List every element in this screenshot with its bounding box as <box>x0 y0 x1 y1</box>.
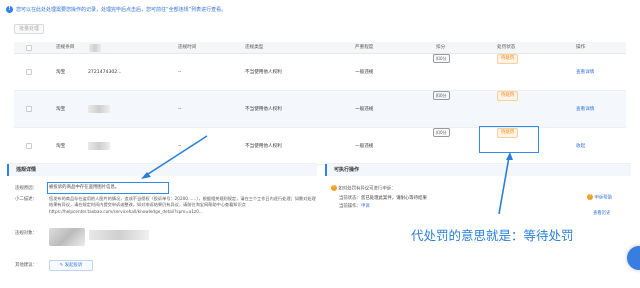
redacted-evidence-text <box>89 230 149 240</box>
status-value: 您已处理此案件，请耐心等待结果 <box>360 196 427 201</box>
status-highlight-box <box>479 126 539 153</box>
operation-link[interactable]: 申诉 <box>361 204 370 209</box>
severity: 一般违规 <box>355 107 374 112</box>
current-status: 当前状态：您已处理此案件，请耐心等待结果 <box>339 195 427 202</box>
redacted-block <box>89 44 101 52</box>
page: { "notice": { "text": "您可以在此处处理需要您操作的记录，… <box>0 0 640 288</box>
header-item: 违规条目 <box>56 45 75 50</box>
header-time: 违规时间 <box>178 45 197 50</box>
history-link[interactable]: 查看历史 <box>593 210 611 216</box>
violation-time: -- <box>178 144 182 149</box>
table-row: 淘宝 2721474302... -- 不当使用他人权利 一般违规 扣0分 待处… <box>14 54 626 91</box>
info-icon: ! <box>6 5 13 13</box>
platform: 淘宝 <box>56 70 66 75</box>
operation-label: 当前操作： <box>339 204 361 209</box>
status-badge: 待处罚 <box>497 91 519 101</box>
desc-value: 您发布的商品存在盗用他人图片的情况，造成不当侵权（投诉单号：20200……），根… <box>49 196 316 214</box>
violation-type: 不当使用他人权利 <box>245 144 282 149</box>
view-detail-link[interactable]: 查看详情 <box>576 54 594 91</box>
desc-label: 小二描述： <box>15 197 37 202</box>
violation-type: 不当使用他人权利 <box>245 70 282 75</box>
notice-text: 您可以在此处处理需要您操作的记录，处理完毕后点击后，您可前往“全部违规”列表进行… <box>16 6 227 13</box>
evidence-label: 违规对象： <box>15 231 37 236</box>
header-status: 处罚状态 <box>497 45 516 50</box>
collapse-link[interactable]: 收起 <box>576 128 585 165</box>
warning-icon: ! <box>331 185 337 191</box>
status-label: 当前状态： <box>339 196 361 201</box>
select-all-checkbox[interactable] <box>26 45 32 51</box>
execution-title: 可执行操作 <box>325 164 631 176</box>
notice-bar: ! 您可以在此处处理需要您操作的记录，处理完毕后点击后，您可前往“全部违规”列表… <box>6 4 226 14</box>
violation-time: -- <box>178 107 182 112</box>
other-label: 其他建议： <box>15 263 37 268</box>
item-id: 2721474302... <box>88 70 122 75</box>
row-checkbox[interactable] <box>26 106 32 112</box>
header-action: 操作 <box>576 45 586 50</box>
annotation-text: 代处罚的意思就是：等待处罚 <box>411 228 574 243</box>
severity: 一般违规 <box>355 70 374 75</box>
violation-time: -- <box>178 70 182 75</box>
violation-type: 不当使用他人权利 <box>245 107 282 112</box>
violation-detail-panel: 违规详情 违规原因： 被投诉的商品中存在盗用图片信息。 小二描述： 您发布的商品… <box>7 163 317 278</box>
view-detail-link[interactable]: 查看详情 <box>576 91 594 128</box>
help-icon: ? <box>587 194 593 200</box>
evidence-image[interactable] <box>49 228 85 246</box>
platform: 淘宝 <box>56 107 66 112</box>
redacted-id <box>88 142 110 150</box>
table-row: 淘宝 -- 不当使用他人权利 一般违规 扣0分 待处罚 查看详情 <box>14 91 626 128</box>
current-operation: 当前操作：申诉 <box>339 203 370 210</box>
help-link-label: 申诉帮助 <box>594 195 612 201</box>
header-score: 扣分 <box>436 45 446 50</box>
header-severity: 严重程度 <box>355 45 374 50</box>
intro-text: 如对处罚有异议可进行申诉： <box>338 186 396 192</box>
detail-title: 违规详情 <box>7 164 317 176</box>
table-header: 违规条目 违规时间 违规类型 严重程度 扣分 处罚状态 操作 <box>14 42 626 54</box>
appeal-label: 发起投诉 <box>64 263 83 268</box>
reason-value: 被投诉的商品中存在盗用图片信息。 <box>49 185 120 190</box>
row-checkbox[interactable] <box>26 69 32 75</box>
reason-label: 违规原因： <box>15 186 37 191</box>
appeal-help-link[interactable]: ? 申诉帮助 <box>587 194 612 201</box>
score-tag: 扣0分 <box>433 54 450 63</box>
header-type: 违规类型 <box>245 45 264 50</box>
execution-intro: ! 如对处罚有异议可进行申诉： <box>331 185 396 193</box>
batch-process-button[interactable]: 批量处理 <box>14 24 44 34</box>
redacted-id <box>88 105 110 113</box>
execution-panel: 可执行操作 ! 如对处罚有异议可进行申诉： 当前状态：您已处理此案件，请耐心等待… <box>325 163 631 278</box>
status-badge: 待处罚 <box>497 54 519 64</box>
severity: 一般违规 <box>355 144 374 149</box>
platform: 淘宝 <box>56 144 66 149</box>
row-checkbox[interactable] <box>26 143 32 149</box>
score-tag: 扣0分 <box>433 128 450 137</box>
score-tag: 扣0分 <box>433 91 450 100</box>
appeal-button[interactable]: ✎ 发起投诉 <box>49 260 93 271</box>
